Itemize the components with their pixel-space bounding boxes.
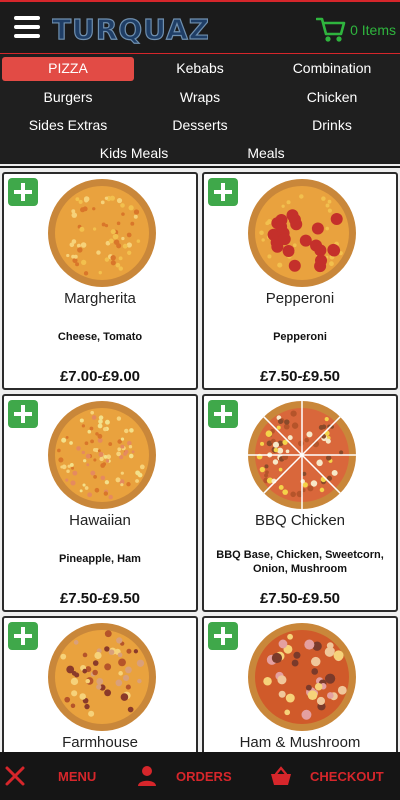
cart-button[interactable]: 0 Items xyxy=(316,16,396,44)
product-name: Farmhouse xyxy=(62,734,138,751)
product-price: £7.50-£9.50 xyxy=(259,590,341,607)
product-price: £7.50-£9.50 xyxy=(59,590,141,607)
add-to-cart-button[interactable] xyxy=(208,178,238,206)
product-name: Margherita xyxy=(64,290,136,307)
product-price: £7.50-£9.50 xyxy=(259,368,341,385)
category-wraps[interactable]: Wraps xyxy=(150,86,250,110)
cart-count: 0 Items xyxy=(350,22,396,38)
fork-knife-icon xyxy=(5,766,25,786)
pizza-image xyxy=(48,179,156,287)
add-to-cart-button[interactable] xyxy=(8,178,38,206)
pizza-image xyxy=(48,401,156,509)
category-kebabs[interactable]: Kebabs xyxy=(150,57,250,81)
orders-button[interactable]: ORDERS xyxy=(136,752,232,800)
checkout-label: CHECKOUT xyxy=(310,768,384,784)
add-to-cart-button[interactable] xyxy=(8,400,38,428)
category-meals[interactable]: Meals xyxy=(216,142,316,166)
pizza-image xyxy=(248,401,356,509)
product-card-pepperoni[interactable]: Pepperoni Pepperoni £7.50-£9.50 xyxy=(202,172,398,390)
add-to-cart-button[interactable] xyxy=(8,622,38,650)
product-description: Pineapple, Ham xyxy=(59,553,141,565)
bottom-nav: MENU ORDERS CHECKOUT xyxy=(0,752,400,800)
product-card-bbq-chicken[interactable]: BBQ Chicken BBQ Base, Chicken, Sweetcorn… xyxy=(202,394,398,612)
category-chicken[interactable]: Chicken xyxy=(282,86,382,110)
product-description: BBQ Base, Chicken, Sweetcorn, Onion, Mus… xyxy=(216,549,384,575)
product-name: Hawaiian xyxy=(69,512,131,529)
category-burgers[interactable]: Burgers xyxy=(18,86,118,110)
top-bar: TURQUAZ 0 Items xyxy=(0,0,400,54)
menu-button[interactable]: MENU xyxy=(4,752,96,800)
add-to-cart-button[interactable] xyxy=(208,400,238,428)
add-to-cart-button[interactable] xyxy=(208,622,238,650)
category-desserts[interactable]: Desserts xyxy=(150,114,250,138)
pizza-image xyxy=(248,179,356,287)
checkout-button[interactable]: CHECKOUT xyxy=(270,752,384,800)
category-pizza[interactable]: PIZZA xyxy=(2,57,134,81)
product-description: Cheese, Tomato xyxy=(57,331,143,343)
cart-icon xyxy=(316,17,346,42)
logo-text: TURQUAZ xyxy=(52,13,208,46)
pizza-image xyxy=(248,623,356,731)
product-card-margherita[interactable]: Margherita Cheese, Tomato £7.00-£9.00 xyxy=(2,172,198,390)
product-name: Ham & Mushroom xyxy=(239,734,361,751)
category-kids-meals[interactable]: Kids Meals xyxy=(84,142,184,166)
product-name: BBQ Chicken xyxy=(254,512,346,529)
user-icon xyxy=(138,766,156,786)
hamburger-menu-icon[interactable] xyxy=(14,16,40,38)
product-card-ham-mushroom[interactable]: Ham & Mushroom xyxy=(202,616,398,752)
category-nav: PIZZA Kebabs Combination Burgers Wraps C… xyxy=(0,54,400,166)
product-price: £7.00-£9.00 xyxy=(59,368,141,385)
orders-label: ORDERS xyxy=(176,768,232,784)
product-grid: Margherita Cheese, Tomato £7.00-£9.00 Pe… xyxy=(0,168,400,752)
category-combination[interactable]: Combination xyxy=(272,57,392,81)
product-card-hawaiian[interactable]: Hawaiian Pineapple, Ham £7.50-£9.50 xyxy=(2,394,198,612)
basket-icon xyxy=(271,766,291,785)
menu-label: MENU xyxy=(58,768,97,784)
product-description: Pepperoni xyxy=(273,331,327,343)
category-drinks[interactable]: Drinks xyxy=(282,114,382,138)
product-name: Pepperoni xyxy=(265,290,335,307)
logo[interactable]: TURQUAZ xyxy=(52,10,208,46)
pizza-image xyxy=(48,623,156,731)
category-sides-extras[interactable]: Sides Extras xyxy=(10,114,126,138)
product-card-farmhouse[interactable]: Farmhouse xyxy=(2,616,198,752)
